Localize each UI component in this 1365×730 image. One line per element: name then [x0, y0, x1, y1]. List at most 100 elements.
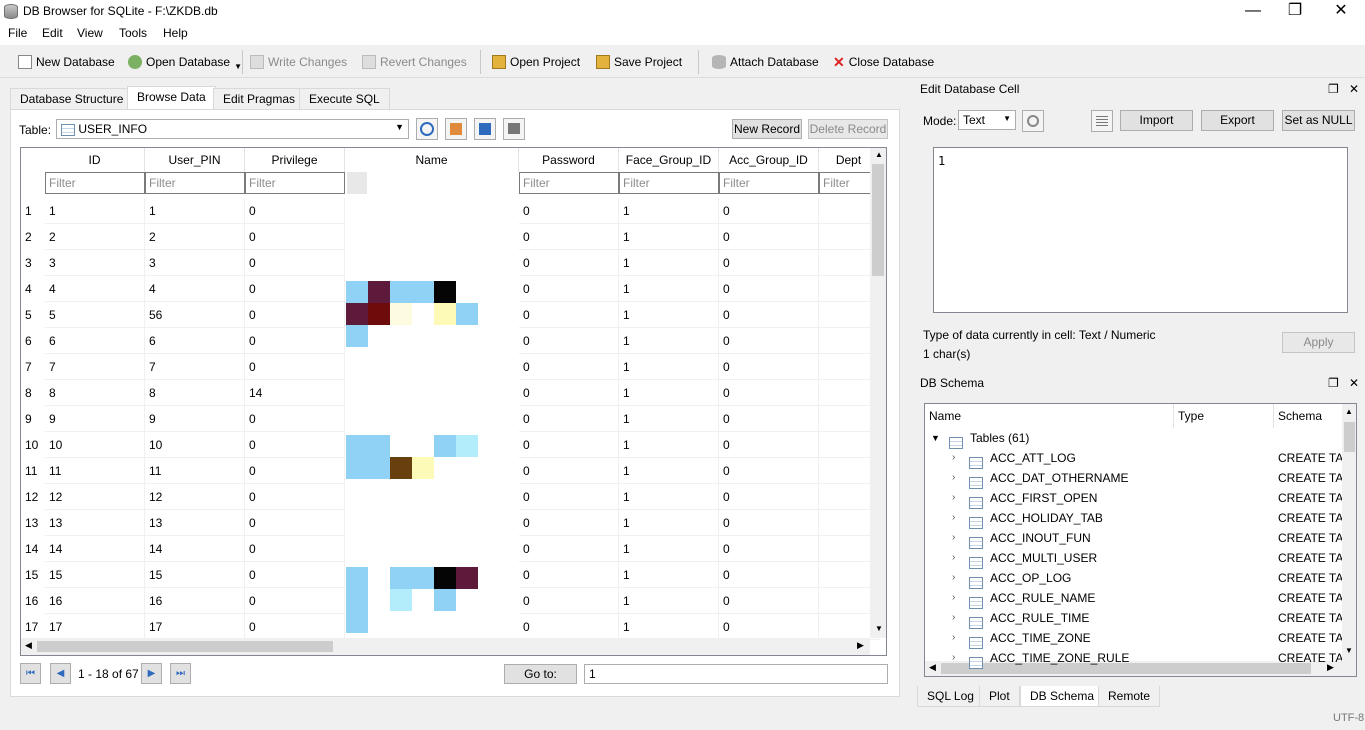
menu-help[interactable]: Help: [163, 26, 188, 40]
table-cell[interactable]: 0: [245, 588, 345, 614]
table-cell[interactable]: 0: [245, 458, 345, 484]
filter-face-group-id[interactable]: Filter: [619, 172, 719, 194]
chevron-right-icon[interactable]: ›: [952, 468, 955, 488]
clear-filters-icon[interactable]: [445, 118, 467, 140]
table-cell[interactable]: 1: [619, 458, 719, 484]
table-cell[interactable]: 0: [719, 380, 819, 406]
filter-password[interactable]: Filter: [519, 172, 619, 194]
table-cell[interactable]: 12: [45, 484, 145, 510]
table-cell[interactable]: 0: [245, 276, 345, 302]
table-cell[interactable]: 0: [719, 614, 819, 640]
schema-table-item[interactable]: › ACC_TIME_ZONE_RULE CREATE TAE: [925, 648, 1345, 669]
chevron-right-icon[interactable]: ›: [952, 488, 955, 508]
delete-record-button[interactable]: Delete Record: [808, 119, 888, 139]
menu-file[interactable]: File: [8, 26, 27, 40]
tab-execute-sql[interactable]: Execute SQL: [299, 88, 390, 109]
table-cell[interactable]: 5: [45, 302, 145, 328]
table-cell[interactable]: 0: [719, 484, 819, 510]
schema-header-name[interactable]: Name: [925, 404, 1174, 428]
column-header-face-group-id[interactable]: Face_Group_ID: [619, 148, 719, 172]
scroll-up-icon[interactable]: ▲: [875, 150, 883, 159]
menu-tools[interactable]: Tools: [119, 26, 147, 40]
table-cell[interactable]: 1: [619, 354, 719, 380]
set-null-button[interactable]: Set as NULL: [1282, 110, 1355, 131]
table-cell[interactable]: 13: [145, 510, 245, 536]
table-cell[interactable]: 4: [45, 276, 145, 302]
tab-database-structure[interactable]: Database Structure: [10, 88, 134, 109]
schema-table-item[interactable]: › ACC_MULTI_USER CREATE TAE: [925, 548, 1345, 569]
table-cell[interactable]: 9: [145, 406, 245, 432]
table-cell[interactable]: 0: [245, 484, 345, 510]
table-cell[interactable]: 0: [519, 458, 619, 484]
float-icon[interactable]: ❐: [1328, 79, 1339, 99]
table-cell[interactable]: 4: [145, 276, 245, 302]
new-database-button[interactable]: New Database: [18, 53, 115, 71]
table-cell[interactable]: 56: [145, 302, 245, 328]
column-header-privilege[interactable]: Privilege: [245, 148, 345, 172]
table-cell[interactable]: 1: [619, 224, 719, 250]
table-cell[interactable]: 13: [45, 510, 145, 536]
goto-button[interactable]: Go to:: [504, 664, 577, 684]
table-cell[interactable]: 0: [719, 302, 819, 328]
table-cell[interactable]: 15: [45, 562, 145, 588]
schema-table-item[interactable]: › ACC_RULE_TIME CREATE TAE: [925, 608, 1345, 629]
table-cell[interactable]: 0: [245, 354, 345, 380]
column-header-acc-group-id[interactable]: Acc_Group_ID: [719, 148, 819, 172]
schema-table-item[interactable]: › ACC_INOUT_FUN CREATE TAE: [925, 528, 1345, 549]
grid-vertical-scrollbar[interactable]: ▲ ▼: [870, 148, 886, 638]
table-cell[interactable]: 0: [719, 562, 819, 588]
chevron-right-icon[interactable]: ›: [952, 448, 955, 468]
table-cell[interactable]: 0: [519, 302, 619, 328]
table-cell[interactable]: 1: [619, 432, 719, 458]
table-cell[interactable]: 0: [719, 224, 819, 250]
table-cell[interactable]: 1: [619, 302, 719, 328]
table-cell[interactable]: 0: [519, 224, 619, 250]
menu-edit[interactable]: Edit: [42, 26, 63, 40]
table-cell[interactable]: 0: [245, 250, 345, 276]
filter-privilege[interactable]: Filter: [245, 172, 345, 194]
open-database-button[interactable]: Open Database ▼: [128, 53, 242, 71]
close-icon[interactable]: ✕: [1349, 79, 1359, 99]
float-icon[interactable]: ❐: [1328, 373, 1339, 393]
row-number[interactable]: 6: [21, 334, 45, 348]
scroll-thumb[interactable]: [1344, 422, 1355, 452]
column-header-id[interactable]: ID: [45, 148, 145, 172]
table-cell[interactable]: 8: [145, 380, 245, 406]
chevron-right-icon[interactable]: ›: [952, 508, 955, 528]
row-number[interactable]: 13: [21, 516, 45, 530]
table-cell[interactable]: 0: [519, 510, 619, 536]
table-cell[interactable]: 0: [519, 328, 619, 354]
import-button[interactable]: Import: [1120, 110, 1193, 131]
filter-user-pin[interactable]: Filter: [145, 172, 245, 194]
new-record-button[interactable]: New Record: [732, 119, 802, 139]
schema-table-item[interactable]: › ACC_OP_LOG CREATE TAE: [925, 568, 1345, 589]
attach-database-button[interactable]: Attach Database: [712, 53, 819, 71]
table-cell[interactable]: 1: [619, 328, 719, 354]
row-number[interactable]: 8: [21, 386, 45, 400]
row-number[interactable]: 15: [21, 568, 45, 582]
goto-input[interactable]: 1: [584, 664, 888, 684]
table-cell[interactable]: 10: [45, 432, 145, 458]
chevron-down-icon[interactable]: ▼: [234, 62, 242, 71]
scroll-down-icon[interactable]: ▼: [875, 624, 883, 633]
table-cell[interactable]: 0: [519, 276, 619, 302]
chevron-right-icon[interactable]: ›: [952, 528, 955, 548]
column-header-password[interactable]: Password: [519, 148, 619, 172]
table-cell[interactable]: 11: [45, 458, 145, 484]
table-cell[interactable]: 11: [145, 458, 245, 484]
table-cell[interactable]: 0: [245, 536, 345, 562]
row-number[interactable]: 1: [21, 204, 45, 218]
table-cell[interactable]: 2: [145, 224, 245, 250]
chevron-right-icon[interactable]: ›: [952, 628, 955, 648]
table-cell[interactable]: 0: [719, 536, 819, 562]
tab-sql-log[interactable]: SQL Log: [917, 686, 984, 707]
schema-header-type[interactable]: Type: [1174, 404, 1274, 428]
chevron-right-icon[interactable]: ›: [952, 608, 955, 628]
table-cell[interactable]: 0: [519, 562, 619, 588]
table-cell[interactable]: 7: [45, 354, 145, 380]
tab-browse-data[interactable]: Browse Data: [127, 86, 216, 109]
table-cell[interactable]: 0: [719, 354, 819, 380]
table-cell[interactable]: 1: [619, 380, 719, 406]
table-cell[interactable]: 0: [245, 302, 345, 328]
chevron-right-icon[interactable]: ›: [952, 648, 955, 668]
